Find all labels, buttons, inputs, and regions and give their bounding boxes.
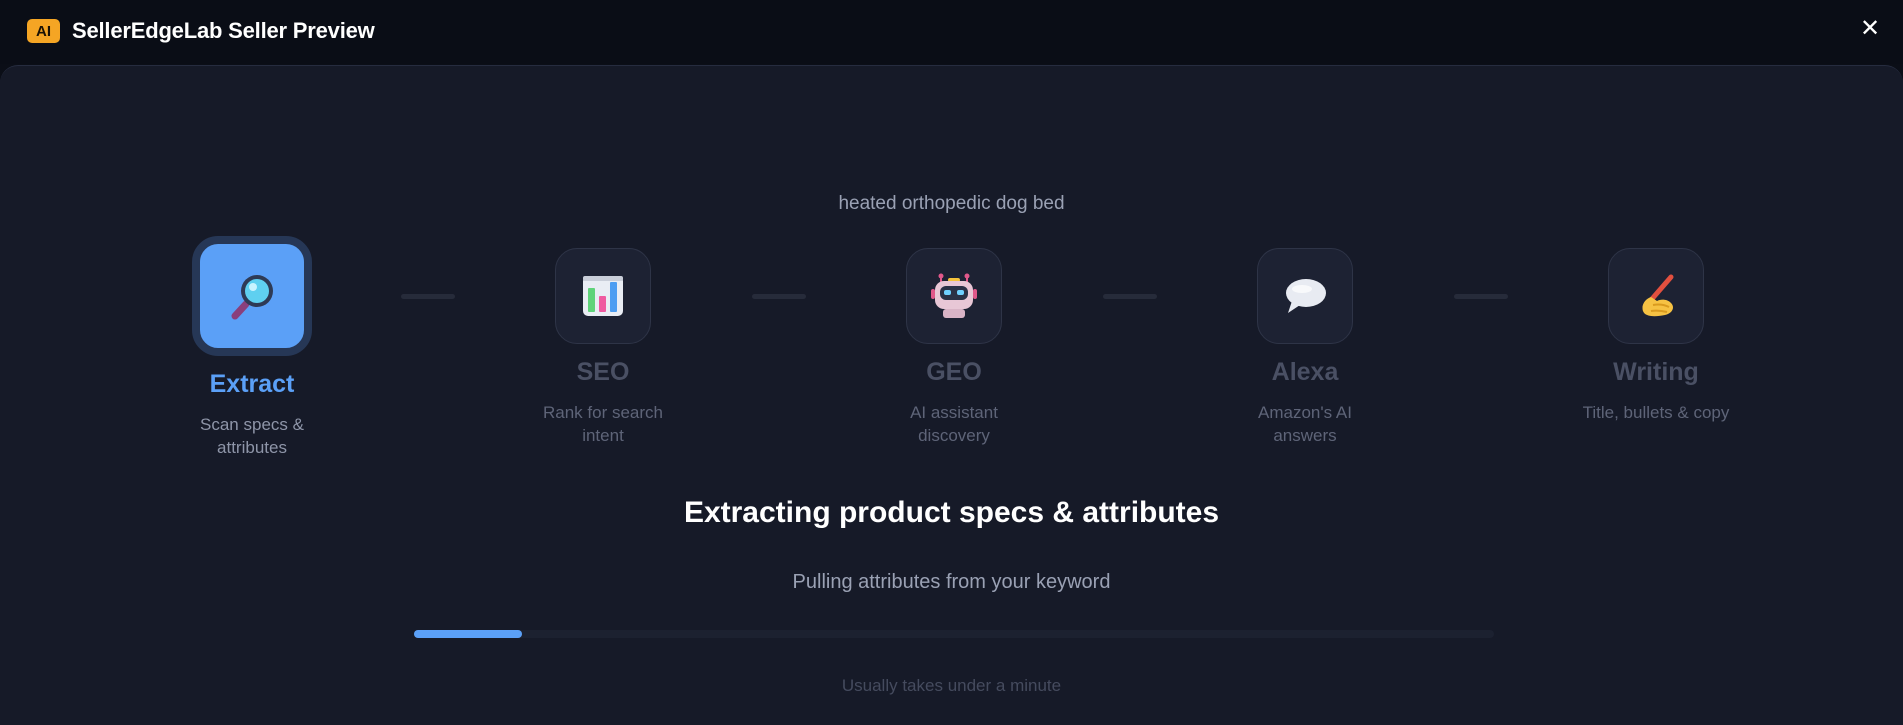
step-label: Writing xyxy=(1613,358,1699,386)
app-title: SellerEdgeLab Seller Preview xyxy=(72,18,375,43)
step-connector xyxy=(401,294,455,299)
step-label: Extract xyxy=(209,370,295,398)
keyword-text: heated orthopedic dog bed xyxy=(838,193,1065,214)
step-description: Scan specs & attributes xyxy=(200,415,304,457)
speech-bubble-icon xyxy=(1280,271,1330,321)
progress-bar-fill xyxy=(414,630,522,638)
step-description: Amazon's AI answers xyxy=(1258,403,1352,445)
writing-hand-icon xyxy=(1631,271,1681,321)
bar-chart-icon xyxy=(579,272,627,320)
step-geo: GEO AI assistant discovery xyxy=(844,236,1064,447)
step-label: GEO xyxy=(926,358,982,386)
step-description: Title, bullets & copy xyxy=(1582,403,1730,422)
magnifier-icon xyxy=(224,268,280,324)
step-alexa-icon-box xyxy=(1257,248,1353,344)
step-label: Alexa xyxy=(1271,358,1339,386)
step-seo: SEO Rank for search intent xyxy=(493,236,713,447)
step-extract-icon-box xyxy=(192,236,312,356)
step-writing-icon-box xyxy=(1608,248,1704,344)
step-connector xyxy=(752,294,806,299)
step-description: Rank for search intent xyxy=(543,403,663,445)
step-writing: Writing Title, bullets & copy xyxy=(1546,236,1766,424)
top-bar: AI SellerEdgeLab Seller Preview ✕ xyxy=(0,0,1903,64)
ai-badge: AI xyxy=(27,19,60,43)
step-label: SEO xyxy=(576,358,630,386)
close-icon: ✕ xyxy=(1859,15,1881,42)
robot-icon xyxy=(929,271,979,321)
step-alexa: Alexa Amazon's AI answers xyxy=(1195,236,1415,447)
step-description: AI assistant discovery xyxy=(910,403,998,445)
progress-bar xyxy=(414,630,1494,638)
status-subline: Pulling attributes from your keyword xyxy=(792,571,1111,593)
close-button[interactable]: ✕ xyxy=(1855,14,1885,44)
step-geo-icon-box xyxy=(906,248,1002,344)
step-seo-icon-box xyxy=(555,248,651,344)
step-connector xyxy=(1103,294,1157,299)
status-headline: Extracting product specs & attributes xyxy=(683,496,1220,529)
step-extract: Extract Scan specs & attributes xyxy=(142,236,362,459)
status-footnote: Usually takes under a minute xyxy=(841,676,1062,695)
step-connector xyxy=(1454,294,1508,299)
